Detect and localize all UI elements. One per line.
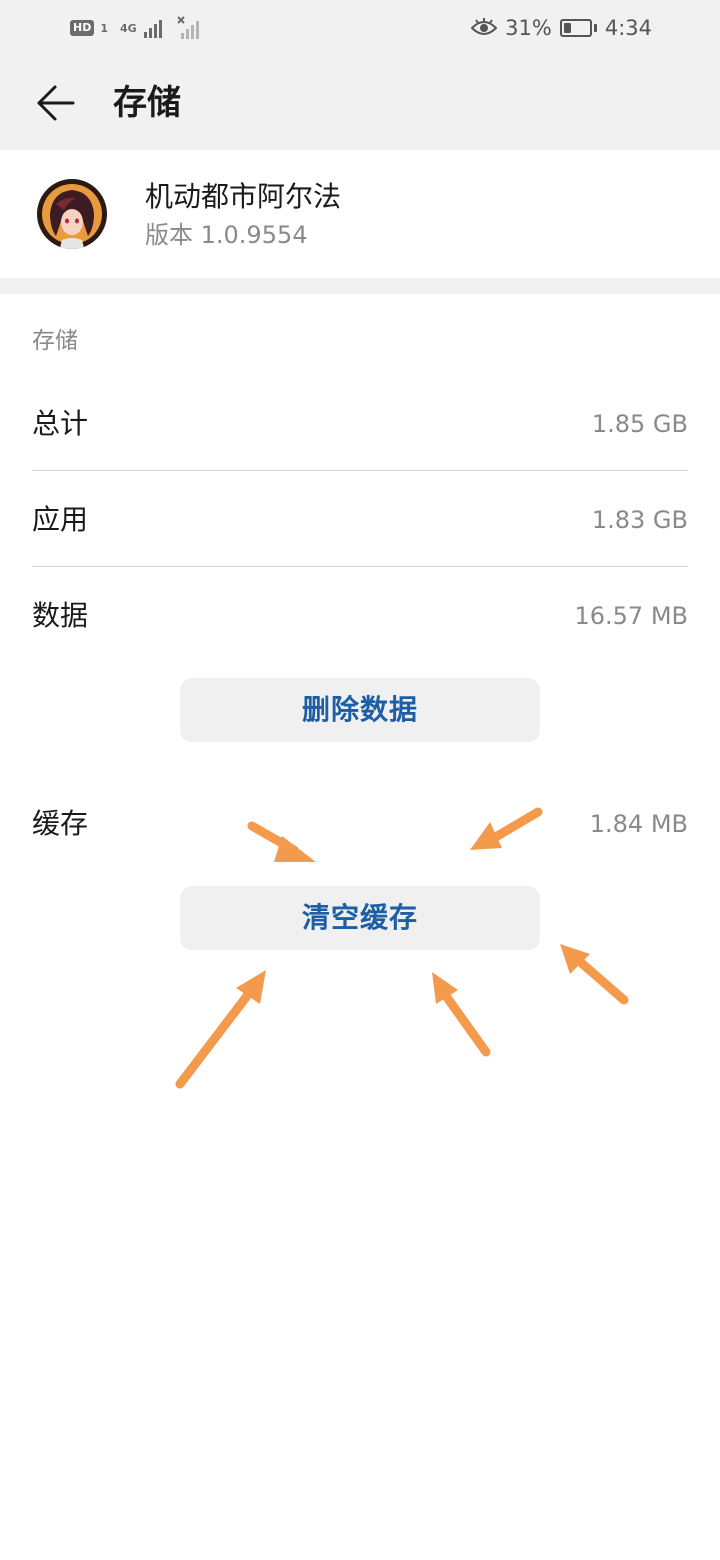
battery-cap [593, 24, 597, 32]
battery-percent: 31% [505, 16, 552, 40]
app-avatar-icon [37, 179, 107, 249]
delete-data-button[interactable]: 删除数据 [180, 678, 540, 742]
arrow-bottom-left [175, 970, 266, 1089]
total-label: 总计 [32, 407, 89, 440]
status-bar-left: HD 1 4G [70, 14, 203, 42]
sim-label: 1 [100, 21, 108, 35]
app-version: 版本 1.0.9554 [145, 221, 308, 249]
status-bar-right: 31% 4:34 [471, 12, 652, 44]
data-label: 数据 [32, 599, 89, 632]
arrow-left-icon [37, 85, 75, 121]
app-info-card: 机动都市阿尔法 版本 1.0.9554 [0, 150, 720, 278]
clear-cache-button[interactable]: 清空缓存 [180, 886, 540, 950]
divider [32, 470, 688, 471]
signal-no-service-icon [176, 16, 199, 39]
page-title: 存储 [113, 83, 181, 123]
app-name: 机动都市阿尔法 [145, 180, 342, 213]
back-button[interactable] [30, 78, 80, 128]
signal-strength-icon [143, 20, 162, 38]
app-label: 应用 [32, 503, 89, 536]
storage-row-app: 应用 1.83 GB [32, 472, 688, 568]
cache-label: 缓存 [32, 807, 89, 840]
hd-badge: HD [70, 20, 95, 36]
arrow-bottom-right [560, 944, 629, 1005]
storage-row-cache: 缓存 1.84 MB [32, 776, 688, 872]
cache-value: 1.84 MB [589, 810, 688, 838]
storage-row-total: 总计 1.85 GB [32, 376, 688, 472]
eye-comfort-icon [471, 18, 498, 35]
storage-screen: HD 1 4G 31% 4:34 存储 机动都市阿尔法 版本 1.0.9554 … [0, 0, 720, 1560]
storage-section-header: 存储 [32, 328, 78, 354]
arrow-bottom-center [432, 972, 491, 1057]
total-value: 1.85 GB [591, 410, 688, 438]
app-value: 1.83 GB [591, 506, 688, 534]
battery-level-fill [563, 23, 571, 33]
divider [32, 566, 688, 567]
battery-icon [559, 19, 592, 37]
data-value: 16.57 MB [574, 602, 688, 630]
status-bar: HD 1 4G 31% 4:34 [0, 0, 720, 56]
section-gap [0, 278, 720, 294]
clock-time: 4:34 [604, 16, 652, 40]
network-type-label: 4G [120, 21, 137, 35]
storage-row-data: 数据 16.57 MB [32, 568, 688, 664]
app-bar: 存储 [0, 56, 720, 150]
